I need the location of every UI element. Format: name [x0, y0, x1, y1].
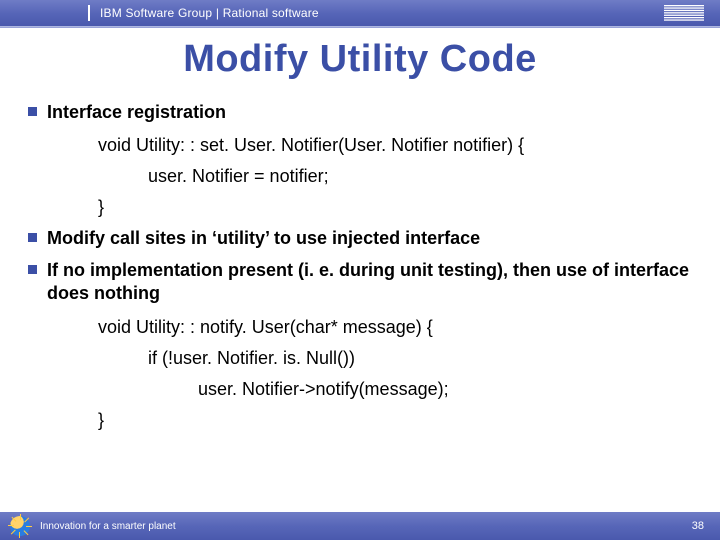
code-line-2: user. Notifier = notifier;: [148, 163, 692, 190]
topbar-divider: [88, 5, 90, 21]
globe-icon: [10, 516, 30, 536]
code-line-7: }: [98, 407, 692, 434]
footer-bar: Innovation for a smarter planet 38: [0, 512, 720, 540]
bullet-3-text: If no implementation present (i. e. duri…: [47, 259, 692, 306]
slide: IBM Software Group | Rational software M…: [0, 0, 720, 540]
bullet-square-icon: [28, 233, 37, 242]
ibm-logo-icon: [664, 5, 704, 21]
bullet-2: Modify call sites in ‘utility’ to use in…: [28, 227, 692, 250]
bullet-2-text: Modify call sites in ‘utility’ to use in…: [47, 227, 480, 250]
footer-tagline: Innovation for a smarter planet: [40, 521, 176, 532]
accent-bar: [0, 26, 720, 28]
bullet-square-icon: [28, 107, 37, 116]
slide-title: Modify Utility Code: [0, 38, 720, 81]
bullet-1-text: Interface registration: [47, 101, 226, 124]
code-line-6: user. Notifier->notify(message);: [198, 376, 692, 403]
code-line-1: void Utility: : set. User. Notifier(User…: [98, 132, 692, 159]
bullet-3: If no implementation present (i. e. duri…: [28, 259, 692, 306]
code-line-5: if (!user. Notifier. is. Null()): [148, 345, 692, 372]
code-line-4: void Utility: : notify. User(char* messa…: [98, 314, 692, 341]
topbar-text: IBM Software Group | Rational software: [100, 6, 319, 20]
top-bar: IBM Software Group | Rational software: [0, 0, 720, 26]
content-area: Interface registration void Utility: : s…: [0, 95, 720, 512]
bullet-1: Interface registration: [28, 101, 692, 124]
code-line-3: }: [98, 194, 692, 221]
page-number: 38: [692, 520, 704, 532]
bullet-square-icon: [28, 265, 37, 274]
